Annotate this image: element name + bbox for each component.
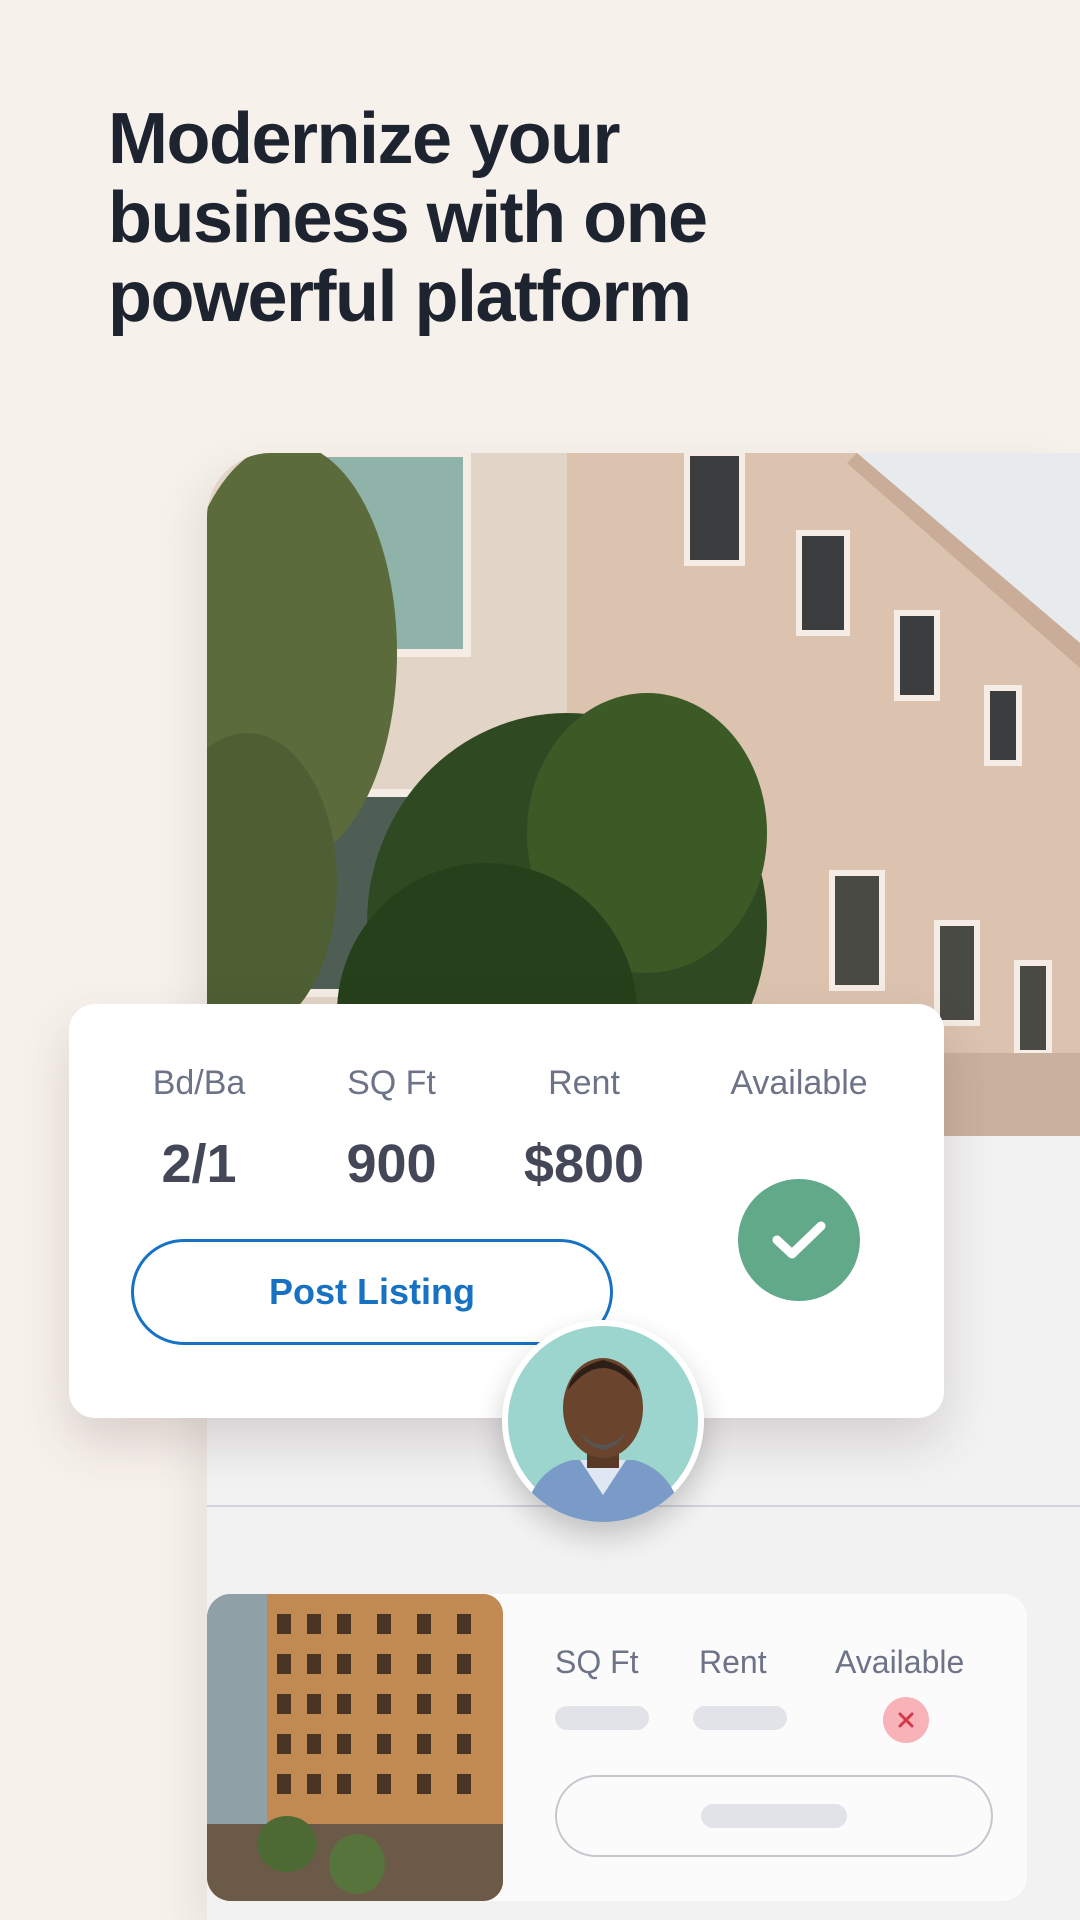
rent-label-2: Rent (699, 1644, 767, 1680)
sqft-placeholder (555, 1706, 649, 1730)
unavailable-badge (883, 1697, 929, 1743)
bd-ba-label: Bd/Ba (152, 1064, 246, 1102)
headline-line-1: Modernize your (108, 99, 621, 179)
check-icon (772, 1221, 826, 1259)
available-label: Available (730, 1064, 868, 1102)
headline-line-3: powerful platform (108, 257, 692, 337)
sqft-value: 900 (346, 1134, 437, 1194)
listing-card: Bd/Ba 2/1 SQ Ft 900 Rent $800 Available … (69, 1004, 944, 1418)
available-label-2: Available (835, 1644, 965, 1680)
headline-line-2: business with one (108, 178, 708, 258)
bd-ba-column: Bd/Ba 2/1 (119, 1064, 279, 1195)
bd-ba-value: 2/1 (161, 1134, 237, 1194)
sqft-column: SQ Ft 900 (309, 1064, 474, 1195)
avatar (502, 1320, 704, 1522)
rent-label: Rent (548, 1064, 620, 1102)
brick-building-photo (207, 1594, 503, 1901)
sqft-label-2: SQ Ft (555, 1644, 639, 1680)
rent-column: Rent $800 (489, 1064, 679, 1195)
rent-placeholder (693, 1706, 787, 1730)
sqft-label: SQ Ft (347, 1064, 436, 1102)
post-listing-button[interactable]: Post Listing (131, 1239, 613, 1345)
button-label-placeholder (701, 1804, 847, 1828)
close-icon (898, 1712, 914, 1728)
secondary-listing-card: SQ Ft Rent Available (207, 1594, 1027, 1901)
rent-value: $800 (523, 1134, 645, 1194)
available-column: Available (709, 1064, 889, 1103)
headline: Modernize your business with one powerfu… (108, 100, 808, 337)
available-check-badge (738, 1179, 860, 1301)
placeholder-button[interactable] (555, 1775, 993, 1857)
